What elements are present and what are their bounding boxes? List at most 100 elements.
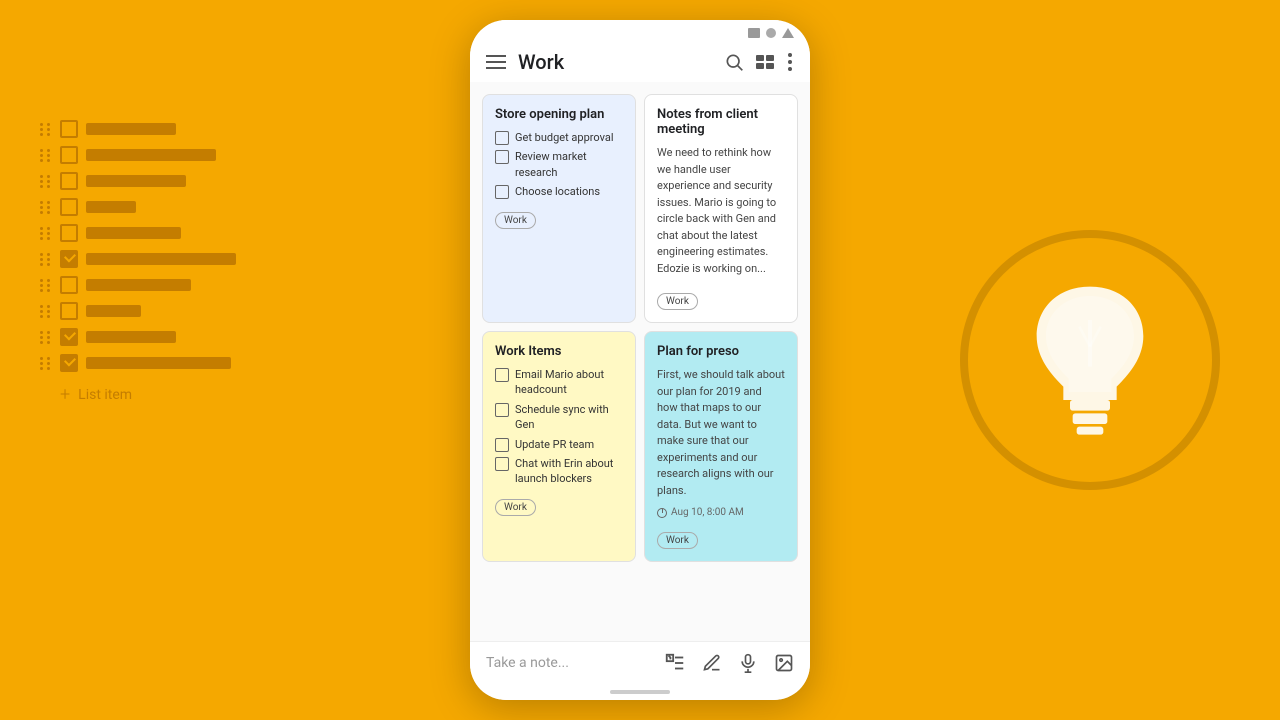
list-checkbox[interactable]	[60, 172, 78, 190]
work-cb-2[interactable]	[495, 403, 509, 417]
work-item-4: Chat with Erin about launch blockers	[495, 456, 623, 487]
work-items-tag[interactable]: Work	[495, 499, 536, 516]
work-items-card[interactable]: Work Items Email Mario about headcount S…	[482, 331, 636, 562]
status-bar	[470, 20, 810, 42]
store-cb-text-1: Get budget approval	[515, 130, 614, 145]
wifi-icon	[782, 28, 794, 38]
lightbulb-icon	[1020, 280, 1160, 440]
list-checkbox[interactable]	[60, 198, 78, 216]
work-cb-text-1: Email Mario about headcount	[515, 367, 623, 398]
bulb-circle	[960, 230, 1220, 490]
list-row	[40, 328, 236, 346]
add-icon: +	[60, 384, 70, 405]
list-bar	[86, 227, 181, 239]
drag-handle[interactable]	[40, 227, 52, 240]
list-checkbox[interactable]	[60, 120, 78, 138]
drag-handle[interactable]	[40, 201, 52, 214]
list-bar	[86, 305, 141, 317]
hamburger-menu-button[interactable]	[486, 55, 506, 69]
signal-icon	[766, 28, 776, 38]
home-bar-area	[470, 684, 810, 700]
list-checkbox[interactable]	[60, 328, 78, 346]
home-bar[interactable]	[610, 690, 670, 694]
work-item-3: Update PR team	[495, 437, 623, 452]
image-button[interactable]	[774, 653, 794, 673]
store-item-1: Get budget approval	[495, 130, 623, 145]
list-checkbox[interactable]	[60, 224, 78, 242]
notes-grid: Store opening plan Get budget approval R…	[482, 94, 798, 562]
store-plan-title: Store opening plan	[495, 107, 623, 122]
drag-handle[interactable]	[40, 123, 52, 136]
store-plan-card[interactable]: Store opening plan Get budget approval R…	[482, 94, 636, 323]
drag-handle[interactable]	[40, 331, 52, 344]
list-row	[40, 302, 236, 320]
client-meeting-title: Notes from client meeting	[657, 107, 785, 137]
work-item-2: Schedule sync with Gen	[495, 402, 623, 433]
store-cb-1[interactable]	[495, 131, 509, 145]
list-row	[40, 172, 236, 190]
work-items-title: Work Items	[495, 344, 623, 359]
list-checkbox[interactable]	[60, 250, 78, 268]
work-cb-text-4: Chat with Erin about launch blockers	[515, 456, 623, 487]
voice-button[interactable]	[738, 653, 758, 673]
list-row	[40, 120, 236, 138]
client-meeting-body: We need to rethink how we handle user ex…	[657, 145, 785, 277]
drag-handle[interactable]	[40, 305, 52, 318]
list-bar	[86, 331, 176, 343]
header-title: Work	[518, 50, 564, 74]
work-cb-3[interactable]	[495, 438, 509, 452]
preso-date: Aug 10, 8:00 AM	[657, 507, 785, 518]
preso-tag[interactable]: Work	[657, 532, 698, 549]
list-bar	[86, 253, 236, 265]
more-options-button[interactable]	[786, 51, 794, 73]
store-plan-tag[interactable]: Work	[495, 212, 536, 229]
store-cb-3[interactable]	[495, 185, 509, 199]
list-bar	[86, 201, 136, 213]
list-row	[40, 250, 236, 268]
take-note-input[interactable]: Take a note...	[486, 655, 664, 671]
list-row	[40, 146, 236, 164]
store-cb-2[interactable]	[495, 150, 509, 164]
search-button[interactable]	[724, 52, 744, 72]
list-checkbox[interactable]	[60, 302, 78, 320]
list-row	[40, 198, 236, 216]
new-list-button[interactable]	[664, 652, 686, 674]
list-bar	[86, 279, 191, 291]
list-checkbox[interactable]	[60, 146, 78, 164]
list-checkbox[interactable]	[60, 276, 78, 294]
list-row	[40, 354, 236, 372]
clock-icon	[657, 508, 667, 518]
bottom-bar: Take a note...	[470, 641, 810, 684]
list-checkbox[interactable]	[60, 354, 78, 372]
preso-card[interactable]: Plan for preso First, we should talk abo…	[644, 331, 798, 562]
drag-handle[interactable]	[40, 279, 52, 292]
preso-title: Plan for preso	[657, 344, 785, 359]
work-cb-4[interactable]	[495, 457, 509, 471]
store-item-3: Choose locations	[495, 184, 623, 199]
list-bar	[86, 123, 176, 135]
lightbulb-decoration	[960, 230, 1220, 490]
list-bar	[86, 149, 216, 161]
drag-handle[interactable]	[40, 149, 52, 162]
draw-button[interactable]	[702, 653, 722, 673]
layout-button[interactable]	[756, 55, 774, 69]
work-cb-1[interactable]	[495, 368, 509, 382]
left-decoration-list: + List item	[40, 120, 236, 405]
preso-body: First, we should talk about our plan for…	[657, 367, 785, 499]
store-cb-text-2: Review market research	[515, 149, 623, 180]
store-item-2: Review market research	[495, 149, 623, 180]
add-list-item-row[interactable]: + List item	[40, 384, 236, 405]
bottom-icons	[664, 652, 794, 674]
list-bar	[86, 357, 231, 369]
add-list-item-label: List item	[78, 387, 132, 403]
client-meeting-tag[interactable]: Work	[657, 293, 698, 310]
drag-handle[interactable]	[40, 175, 52, 188]
drag-handle[interactable]	[40, 253, 52, 266]
client-meeting-card[interactable]: Notes from client meeting We need to ret…	[644, 94, 798, 323]
drag-handle[interactable]	[40, 357, 52, 370]
list-row	[40, 224, 236, 242]
work-cb-text-2: Schedule sync with Gen	[515, 402, 623, 433]
work-item-1: Email Mario about headcount	[495, 367, 623, 398]
phone-mockup: Work Store opening plan Get budget appro	[470, 20, 810, 700]
list-bar	[86, 175, 186, 187]
